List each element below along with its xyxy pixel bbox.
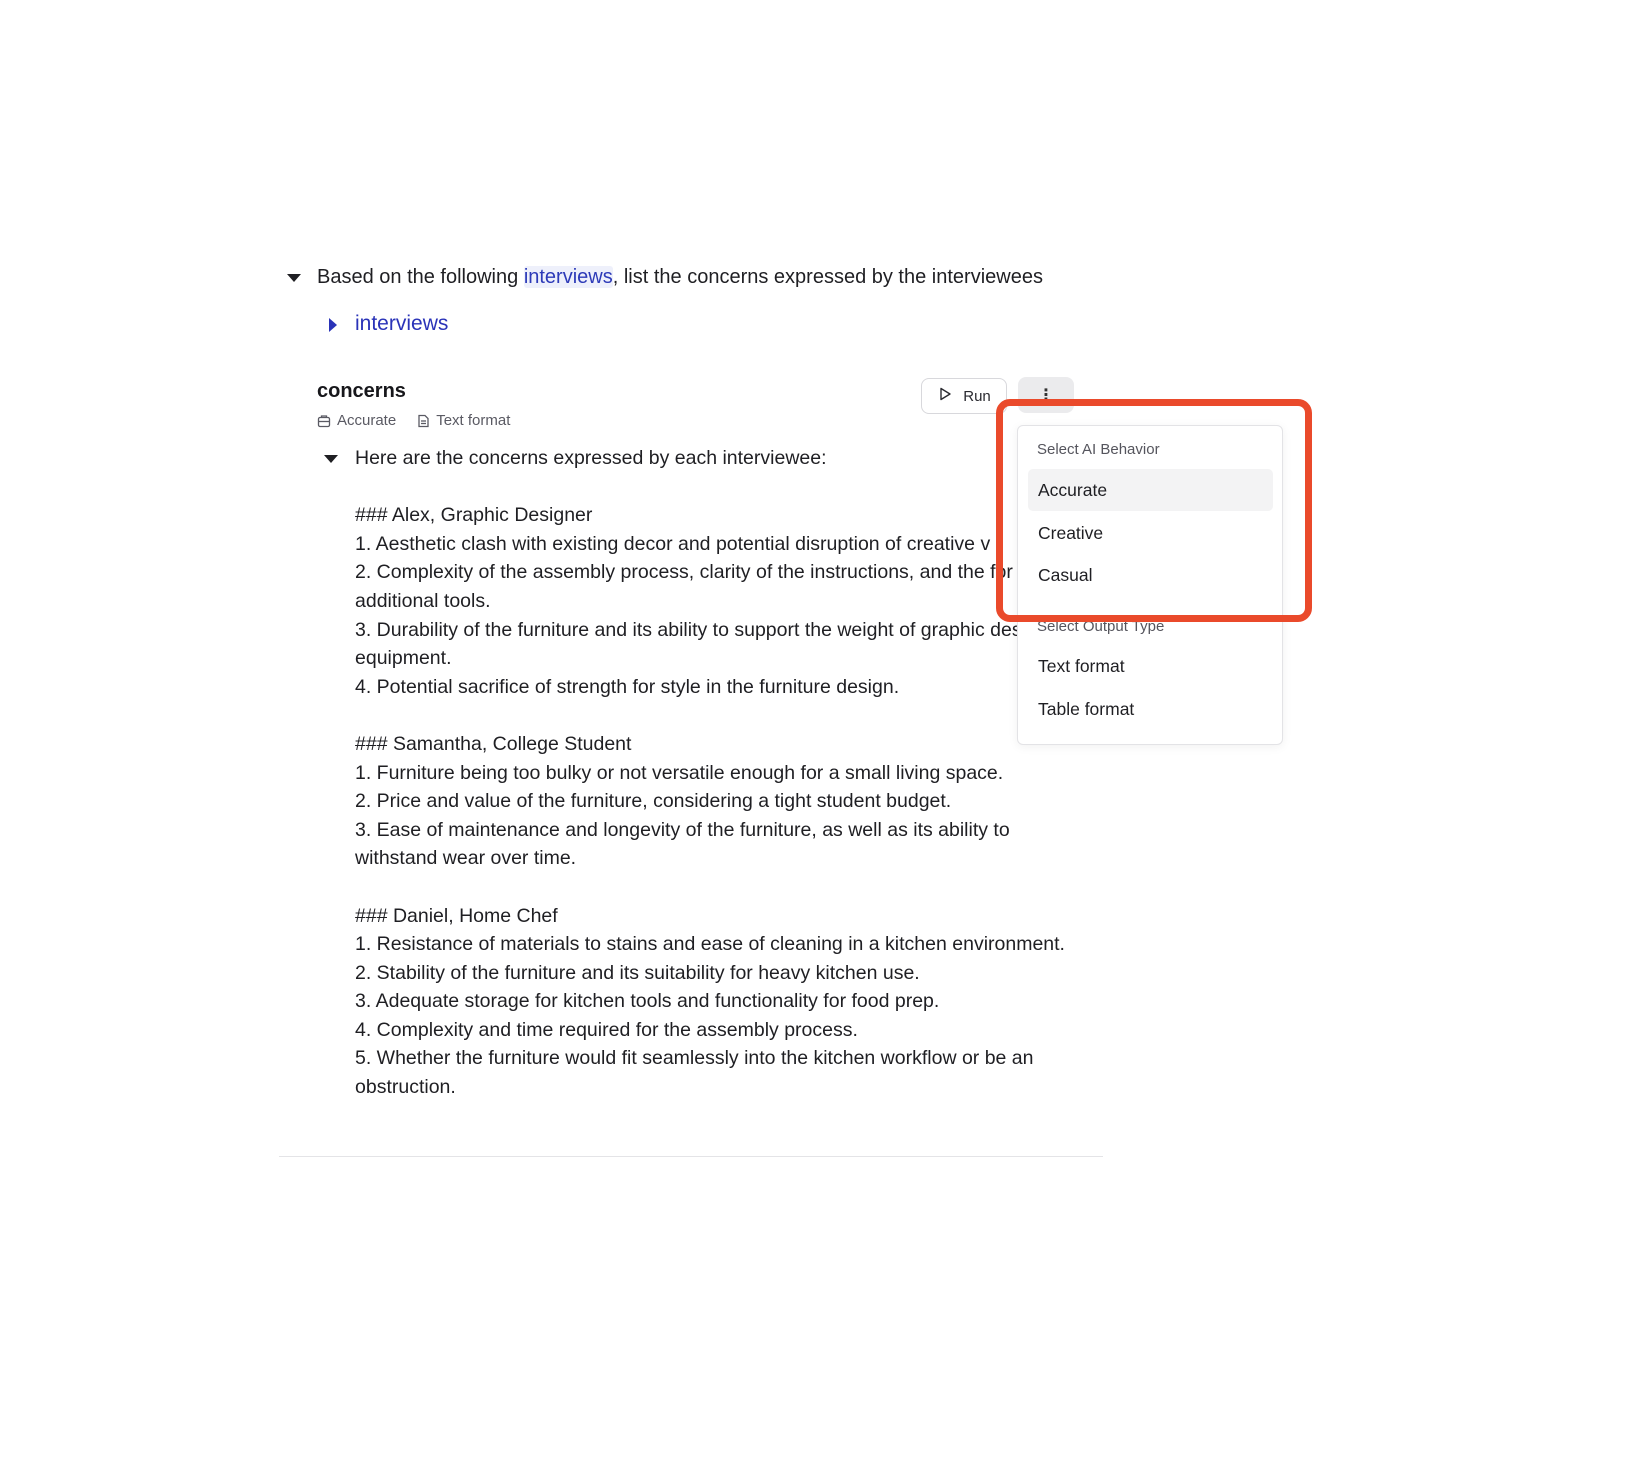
list-item: 2. Complexity of the assembly process, c… <box>355 561 1013 612</box>
format-icon <box>416 414 430 428</box>
block-tags: Accurate Text format <box>317 412 510 429</box>
behavior-option-label: Accurate <box>1038 479 1108 500</box>
prompt-suffix: , list the concerns expressed by the int… <box>612 266 1043 288</box>
output-option-label: Text format <box>1038 655 1125 676</box>
prompt-text: Based on the following interviews, list … <box>317 263 1043 291</box>
block-divider <box>279 1156 1103 1157</box>
list-item: 1. Aesthetic clash with existing decor a… <box>355 532 991 555</box>
interviews-mention-link[interactable]: interviews <box>523 266 613 288</box>
options-dropdown: Select AI Behavior Accurate Creative Cas… <box>1017 425 1283 745</box>
section-heading: ### Samantha, College Student <box>355 732 632 755</box>
format-tag: Text format <box>436 412 511 429</box>
reference-interviews-label[interactable]: interviews <box>355 312 448 336</box>
run-label: Run <box>963 387 991 405</box>
output-option-text[interactable]: Text format <box>1028 645 1273 687</box>
list-item: 3. Durability of the furniture and its a… <box>355 618 1048 670</box>
collapse-output-toggle[interactable] <box>324 455 338 463</box>
output-text: Here are the concerns expressed by each … <box>355 444 1080 1102</box>
list-item: 2. Stability of the furniture and its su… <box>355 961 920 984</box>
behavior-tag: Accurate <box>337 412 397 429</box>
expand-reference-toggle[interactable] <box>329 318 337 332</box>
section-heading: ### Daniel, Home Chef <box>355 904 558 927</box>
play-icon <box>937 386 953 406</box>
behavior-icon <box>317 414 331 428</box>
output-option-table[interactable]: Table format <box>1028 688 1273 730</box>
run-button[interactable]: Run <box>921 378 1007 414</box>
list-item: 1. Resistance of materials to stains and… <box>355 933 1065 956</box>
prompt-prefix: Based on the following <box>317 266 524 288</box>
behavior-option-accurate[interactable]: Accurate <box>1028 469 1273 511</box>
list-item: 4. Complexity and time required for the … <box>355 1018 858 1041</box>
behavior-option-casual[interactable]: Casual <box>1028 554 1273 596</box>
block-title: concerns <box>317 380 406 402</box>
behavior-option-label: Creative <box>1038 522 1104 543</box>
list-item: 1. Furniture being too bulky or not vers… <box>355 761 1004 784</box>
more-options-button[interactable]: ⋮ <box>1018 377 1074 413</box>
list-item: 3. Ease of maintenance and longevity of … <box>355 818 1010 870</box>
ai-behavior-heading: Select AI Behavior <box>1037 441 1160 458</box>
list-item: 4. Potential sacrifice of strength for s… <box>355 675 900 698</box>
list-item: 5. Whether the furniture would fit seaml… <box>355 1047 1034 1099</box>
behavior-option-label: Casual <box>1038 564 1093 585</box>
list-item: 2. Price and value of the furniture, con… <box>355 790 952 813</box>
behavior-option-creative[interactable]: Creative <box>1028 512 1273 554</box>
more-vertical-icon: ⋮ <box>1038 387 1054 404</box>
list-item: 3. Adequate storage for kitchen tools an… <box>355 990 940 1013</box>
output-option-label: Table format <box>1038 698 1135 719</box>
section-heading: ### Alex, Graphic Designer <box>355 504 593 527</box>
output-intro: Here are the concerns expressed by each … <box>355 447 827 469</box>
collapse-prompt-toggle[interactable] <box>287 274 301 282</box>
output-type-heading: Select Output Type <box>1037 618 1165 635</box>
